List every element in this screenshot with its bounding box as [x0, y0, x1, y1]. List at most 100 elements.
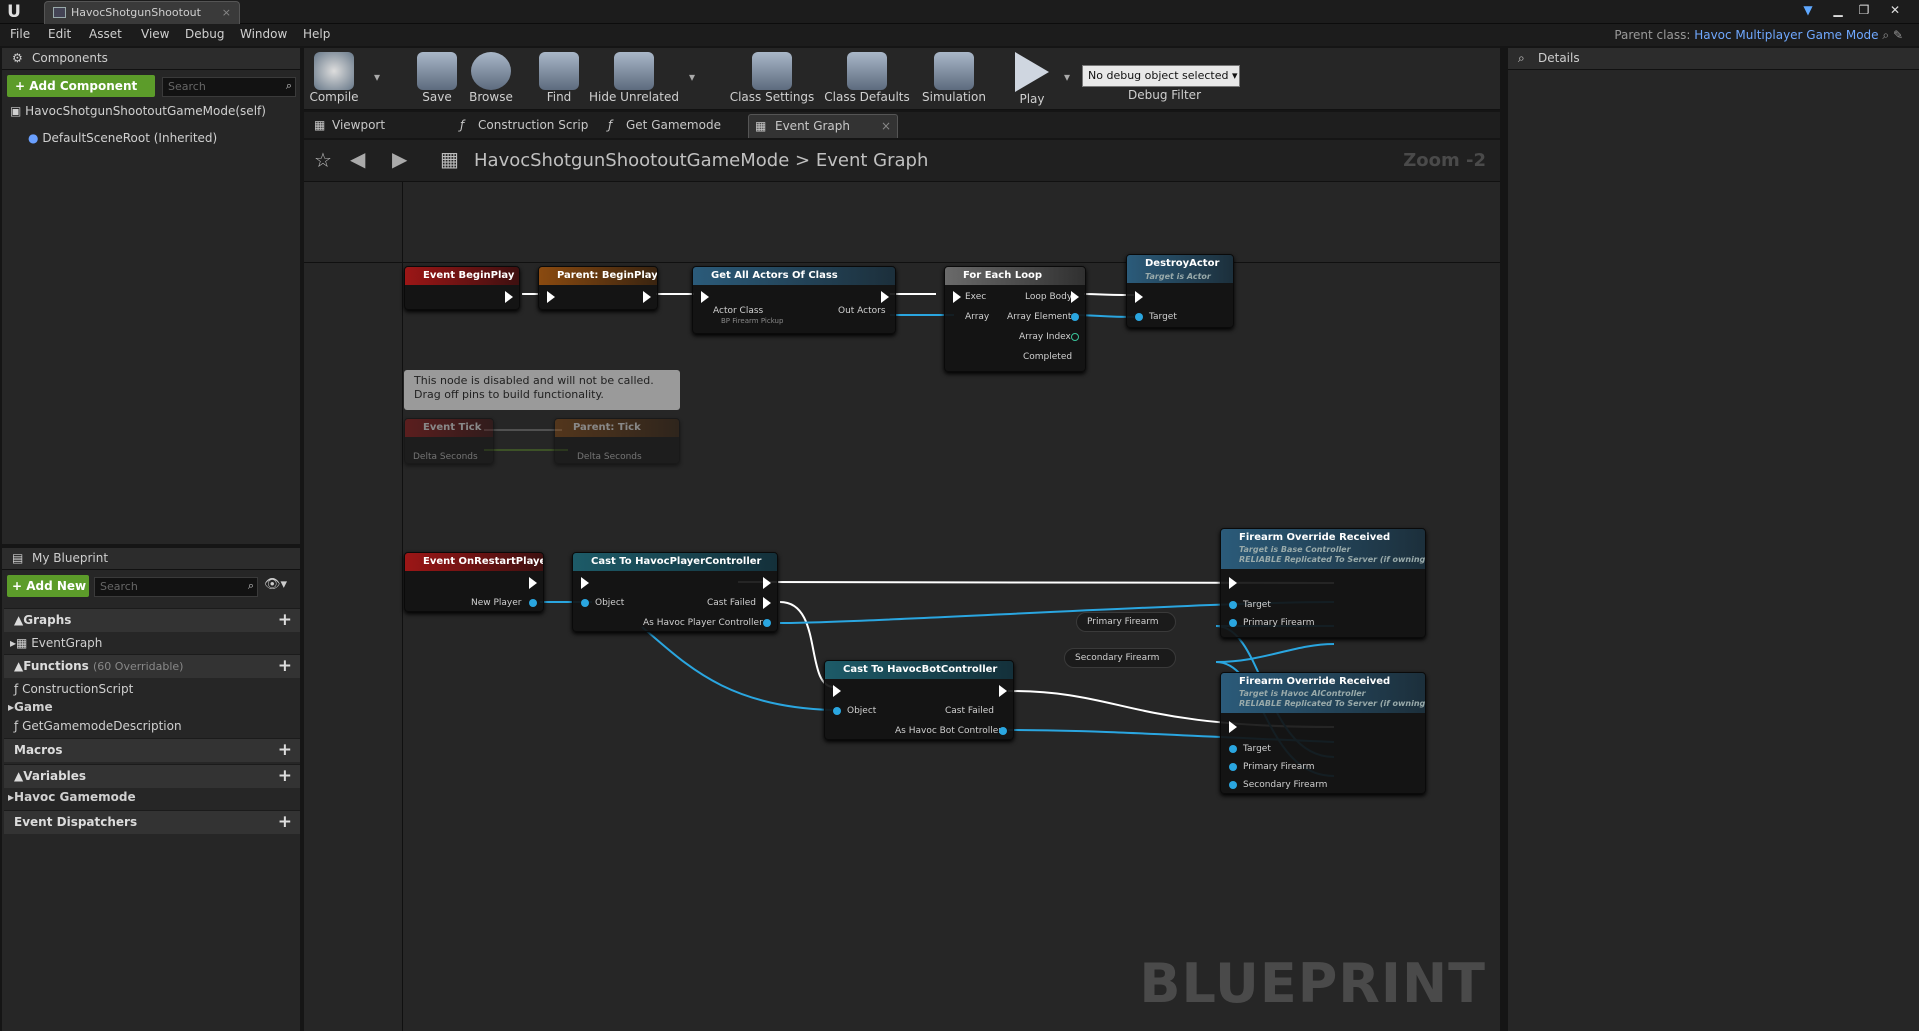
exec-out-pin[interactable]: [881, 291, 889, 303]
edit-icon[interactable]: ✎: [1893, 28, 1903, 42]
data-pin[interactable]: [1135, 313, 1143, 321]
add-dispatcher-icon[interactable]: +: [278, 811, 292, 833]
add-variable-icon[interactable]: +: [278, 765, 292, 787]
my-blueprint-search-input[interactable]: Search ⌕: [94, 577, 258, 597]
hide-unrelated-button[interactable]: Hide Unrelated: [586, 50, 682, 108]
exec-in-pin[interactable]: [1229, 577, 1237, 589]
search-icon[interactable]: ⌕: [1882, 28, 1889, 42]
browse-button[interactable]: Browse: [463, 50, 519, 108]
exec-out-pin[interactable]: [529, 577, 537, 589]
close-window-icon[interactable]: ✕: [1885, 2, 1905, 18]
add-macro-icon[interactable]: +: [278, 739, 292, 761]
tree-item-self[interactable]: ▣ HavocShotgunShootoutGameMode(self): [10, 104, 266, 118]
node-firearm-override-1[interactable]: Firearm Override Received Target is Base…: [1220, 528, 1426, 638]
tab-construction-script[interactable]: ƒ Construction Scrip: [452, 114, 592, 138]
menu-window[interactable]: Window: [240, 27, 287, 41]
node-firearm-override-2[interactable]: Firearm Override Received Target is Havo…: [1220, 672, 1426, 794]
exec-in-pin[interactable]: [953, 291, 961, 303]
exec-in-pin[interactable]: [1229, 721, 1237, 733]
exec-in-pin[interactable]: [1135, 291, 1143, 303]
menu-asset[interactable]: Asset: [89, 27, 122, 41]
data-pin[interactable]: [1229, 619, 1237, 627]
menu-file[interactable]: File: [10, 27, 30, 41]
section-dispatchers[interactable]: Event Dispatchers +: [4, 810, 300, 834]
tab-viewport[interactable]: ▦ Viewport: [306, 114, 444, 138]
actor-class-select[interactable]: BP Firearm Pickup: [721, 315, 783, 327]
add-new-button[interactable]: + Add New: [7, 575, 89, 597]
exec-out-pin[interactable]: [999, 685, 1007, 697]
add-component-button[interactable]: + Add Component: [7, 75, 155, 97]
node-destroy-actor[interactable]: DestroyActor Target is Actor Target: [1126, 254, 1234, 328]
node-event-beginplay[interactable]: Event BeginPlay: [404, 266, 520, 310]
exec-out-pin[interactable]: [643, 291, 651, 303]
node-for-each-loop[interactable]: For Each Loop Exec Array Loop Body Array…: [944, 266, 1086, 372]
node-get-all-actors[interactable]: Get All Actors Of Class Actor Class BP F…: [692, 266, 896, 334]
menu-debug[interactable]: Debug: [185, 27, 224, 41]
exec-in-pin[interactable]: [701, 291, 709, 303]
section-functions[interactable]: ▲Functions (60 Overridable) +: [4, 654, 300, 678]
exec-out-pin[interactable]: [1071, 291, 1079, 303]
exec-in-pin[interactable]: [581, 577, 589, 589]
menu-view[interactable]: View: [141, 27, 169, 41]
data-pin[interactable]: [763, 619, 771, 627]
menu-edit[interactable]: Edit: [48, 27, 71, 41]
minimize-icon[interactable]: ▁: [1828, 2, 1848, 18]
node-parent-tick[interactable]: Parent: Tick Delta Seconds: [554, 418, 680, 464]
compile-dropdown-icon[interactable]: ▾: [374, 70, 380, 84]
favorite-star-icon[interactable]: ☆: [314, 148, 332, 172]
data-pin[interactable]: [1229, 763, 1237, 771]
graph-item-eventgraph[interactable]: ▸▦ EventGraph: [10, 636, 102, 650]
close-tab-icon[interactable]: ×: [222, 2, 231, 23]
data-pin[interactable]: [1229, 745, 1237, 753]
data-pin[interactable]: [1071, 313, 1079, 321]
add-function-icon[interactable]: +: [278, 655, 292, 677]
exec-in-pin[interactable]: [547, 291, 555, 303]
category-game[interactable]: ▸Game: [8, 700, 53, 714]
components-search-input[interactable]: Search ⌕: [162, 77, 296, 97]
section-macros[interactable]: Macros +: [4, 738, 300, 762]
data-pin[interactable]: [999, 727, 1007, 735]
exec-out-pin[interactable]: [763, 597, 771, 609]
find-button[interactable]: Find: [531, 50, 587, 108]
tab-get-gamemode[interactable]: ƒGet Gamemode De: [600, 114, 740, 154]
exec-in-pin[interactable]: [833, 685, 841, 697]
section-graphs[interactable]: ▲Graphs +: [4, 608, 300, 632]
data-pin[interactable]: [1229, 601, 1237, 609]
maximize-icon[interactable]: ❐: [1854, 2, 1874, 18]
data-pin[interactable]: [1071, 333, 1079, 341]
secondary-firearm-variable[interactable]: Secondary Firearm: [1064, 648, 1176, 668]
tree-item-scene-root[interactable]: ● DefaultSceneRoot (Inherited): [28, 131, 217, 145]
exec-out-pin[interactable]: [1071, 351, 1080, 363]
notification-icon[interactable]: ▼: [1798, 2, 1818, 18]
function-item-gamemode-desc[interactable]: ƒ GetGamemodeDescription: [14, 719, 182, 733]
save-button[interactable]: Save: [409, 50, 465, 108]
simulation-button[interactable]: Simulation: [914, 50, 994, 108]
eye-icon[interactable]: 👁▾: [264, 577, 287, 592]
play-dropdown-icon[interactable]: ▾: [1064, 70, 1070, 84]
debug-object-select[interactable]: No debug object selected ▾: [1082, 65, 1240, 87]
node-event-tick[interactable]: Event Tick Delta Seconds: [404, 418, 494, 464]
data-pin[interactable]: [581, 599, 589, 607]
section-variables[interactable]: ▲Variables +: [4, 764, 300, 788]
breadcrumb-root[interactable]: HavocShotgunShootoutGameMode: [474, 150, 789, 171]
hide-unrelated-dropdown-icon[interactable]: ▾: [689, 70, 695, 84]
node-event-onrestartplayer[interactable]: Event OnRestartPlayer New Player: [404, 552, 544, 612]
function-item-construction[interactable]: ƒ ConstructionScript: [14, 682, 133, 696]
class-defaults-button[interactable]: Class Defaults: [819, 50, 915, 108]
data-pin[interactable]: [833, 707, 841, 715]
add-graph-icon[interactable]: +: [278, 609, 292, 631]
event-graph-canvas[interactable]: Event BeginPlay Parent: BeginPlay Get Al…: [304, 182, 1500, 1031]
data-pin[interactable]: [529, 599, 537, 607]
data-pin[interactable]: [1229, 781, 1237, 789]
play-button[interactable]: Play: [1002, 50, 1062, 108]
variable-category-havoc[interactable]: ▸Havoc Gamemode: [8, 790, 136, 804]
close-tab-icon[interactable]: ×: [881, 115, 891, 137]
node-parent-beginplay[interactable]: Parent: BeginPlay: [538, 266, 658, 310]
node-cast-player-controller[interactable]: Cast To HavocPlayerController Object Cas…: [572, 552, 778, 632]
node-cast-bot-controller[interactable]: Cast To HavocBotController Object Cast F…: [824, 660, 1014, 740]
class-settings-button[interactable]: Class Settings: [724, 50, 820, 108]
forward-arrow-icon[interactable]: ▶: [392, 147, 407, 171]
exec-out-pin[interactable]: [763, 577, 771, 589]
compile-button[interactable]: Compile: [306, 50, 362, 108]
parent-class-link[interactable]: Havoc Multiplayer Game Mode: [1694, 28, 1878, 42]
